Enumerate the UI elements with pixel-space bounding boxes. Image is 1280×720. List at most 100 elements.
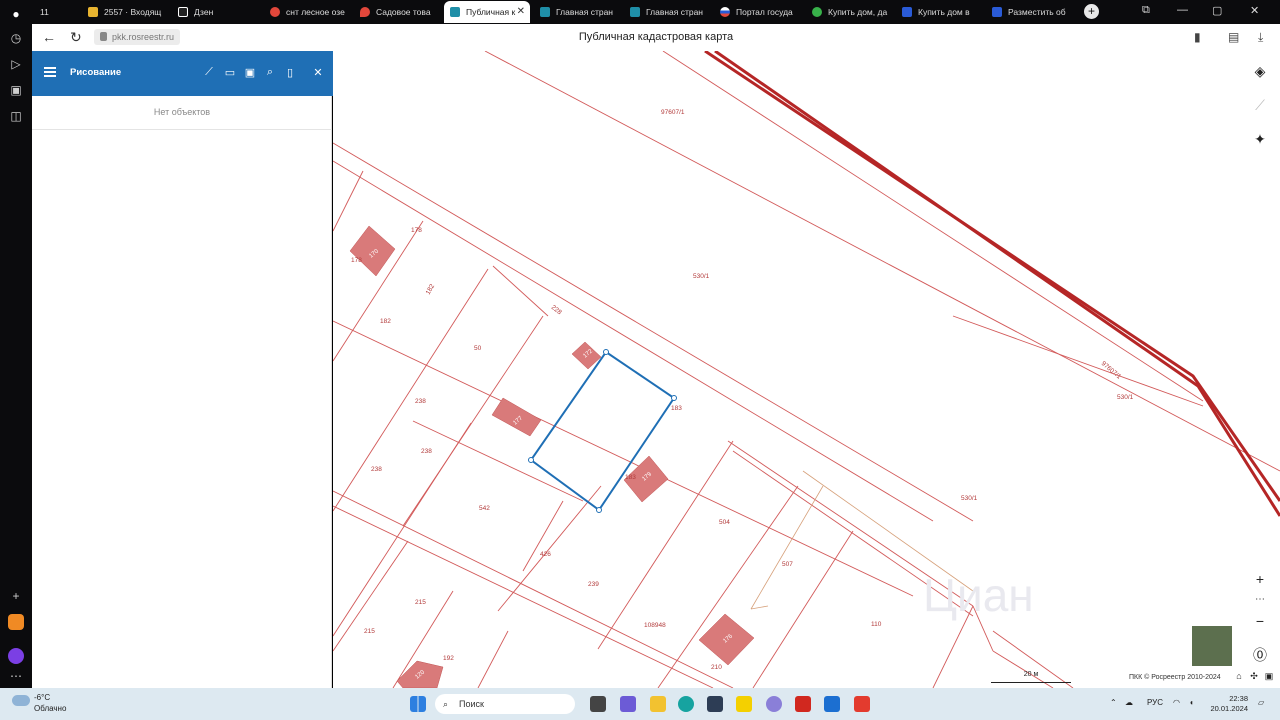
wifi-icon[interactable]: ◠ bbox=[1173, 698, 1180, 707]
delete-icon[interactable]: ▯ bbox=[283, 66, 297, 79]
assistant-icon[interactable] bbox=[8, 648, 24, 664]
parcel-boundaries bbox=[333, 51, 1280, 688]
parcel-number-label: 238 bbox=[371, 466, 382, 473]
yandex-browser-icon[interactable] bbox=[854, 696, 870, 712]
avito-icon bbox=[812, 7, 822, 17]
cloud-tray-icon[interactable]: ☁ bbox=[1125, 698, 1133, 707]
add-panel-icon[interactable]: + bbox=[8, 588, 24, 604]
tab-main-2[interactable]: Главная стран bbox=[624, 1, 712, 23]
vertex-handle[interactable] bbox=[671, 395, 677, 401]
drawing-panel-header: Рисование ⟋ ▭ ▣ ⌕ ▯ ✕ ‹ bbox=[32, 51, 343, 96]
tab-count-icon[interactable]: ▣ bbox=[8, 82, 24, 98]
north-icon[interactable]: ✣ bbox=[1248, 669, 1260, 683]
time: 22:38 bbox=[1229, 694, 1248, 703]
tab-buy-house-2[interactable]: Купить дом в bbox=[896, 1, 984, 23]
screenshot-icon[interactable]: ◫ bbox=[8, 108, 24, 124]
draw-line-icon[interactable]: ⟋ bbox=[202, 66, 216, 79]
tab-label: Публичная к bbox=[466, 7, 516, 17]
tab-label: Купить дом, да bbox=[828, 7, 888, 17]
tray-chevron-icon[interactable]: ⌃ bbox=[1110, 698, 1117, 707]
weather-widget[interactable]: -6°C Облачно bbox=[12, 692, 66, 714]
tab-post-ad[interactable]: Разместить об bbox=[986, 1, 1078, 23]
window-close-button[interactable]: ✕ bbox=[1250, 4, 1259, 17]
compass-icon[interactable]: ⓪ bbox=[1246, 641, 1274, 669]
tab-label: Дзен bbox=[194, 7, 214, 17]
explorer-icon[interactable] bbox=[650, 696, 666, 712]
pdf-icon[interactable] bbox=[795, 696, 811, 712]
profile-icon[interactable]: ● bbox=[8, 6, 24, 22]
language-indicator[interactable]: РУС bbox=[1147, 698, 1163, 707]
store-icon[interactable] bbox=[707, 696, 723, 712]
close-tab-icon[interactable]: ✕ bbox=[517, 1, 525, 23]
search-box[interactable]: ⌕ Поиск bbox=[435, 694, 575, 714]
open-folder-icon[interactable]: ▭ bbox=[223, 66, 237, 79]
tab-search[interactable]: снт лесное озе bbox=[264, 1, 354, 23]
save-icon[interactable]: ▣ bbox=[243, 66, 257, 79]
download-icon[interactable]: ⤓ bbox=[1258, 30, 1263, 45]
measure-icon[interactable]: ⟋ bbox=[1246, 91, 1274, 119]
tab-cadastral-map[interactable]: Публичная к ✕ bbox=[444, 1, 530, 23]
task-view-icon[interactable] bbox=[590, 696, 606, 712]
satellite-minimap[interactable] bbox=[1191, 625, 1233, 667]
new-tab-button[interactable]: + bbox=[1084, 4, 1099, 19]
search-icon: ⌕ bbox=[443, 699, 449, 709]
rosreestr-icon bbox=[540, 7, 550, 17]
tab-gosuslugi[interactable]: Портал госуда bbox=[714, 1, 804, 23]
chat-icon[interactable] bbox=[620, 696, 636, 712]
fullscreen-icon[interactable]: ▣ bbox=[1263, 669, 1275, 683]
parcel-number-label: 426 bbox=[540, 551, 551, 558]
parcel-number-label: 530/1 bbox=[1117, 394, 1134, 401]
vertex-handle[interactable] bbox=[528, 457, 534, 463]
locate-icon[interactable]: ✦ bbox=[1246, 125, 1274, 153]
tab-main-1[interactable]: Главная стран bbox=[534, 1, 622, 23]
search-objects-icon[interactable]: ⌕ bbox=[263, 66, 277, 79]
history-icon[interactable]: ◷ bbox=[8, 30, 24, 46]
start-button[interactable] bbox=[410, 696, 426, 712]
tab-buy-house-1[interactable]: Купить дом, да bbox=[806, 1, 894, 23]
music-app-icon[interactable] bbox=[8, 614, 24, 630]
cadastral-map[interactable]: 97607/1 530/1 97607/1 530/1 530/1 178 178 182 18… bbox=[333, 51, 1280, 688]
layers-icon[interactable]: ◈ bbox=[1246, 57, 1274, 85]
watermark: Циан bbox=[923, 569, 1034, 621]
taskbar: -6°C Облачно ⌕ Поиск ⌃ ☁ РУС ◠ ◖ 22:38 2… bbox=[0, 688, 1280, 720]
tab-mail[interactable]: 2557 · Входящ bbox=[82, 1, 172, 23]
home-icon[interactable]: ⌂ bbox=[1233, 669, 1245, 683]
page-title: Публичная кадастровая карта bbox=[578, 31, 734, 43]
more-icon[interactable]: ⋯ bbox=[8, 668, 24, 684]
tab-dzen[interactable]: Дзен bbox=[172, 1, 262, 23]
tab-maps[interactable]: Садовое това bbox=[354, 1, 442, 23]
play-icon[interactable]: ▷ bbox=[8, 56, 24, 72]
maximize-button[interactable]: ▢ bbox=[1212, 4, 1222, 17]
parcel-number-label: 50 bbox=[474, 345, 482, 352]
parcel-number-label: 192 bbox=[443, 655, 454, 662]
close-panel-icon[interactable]: ✕ bbox=[311, 66, 325, 79]
volume-icon[interactable]: ◖ bbox=[1189, 698, 1194, 707]
browser-app-icon[interactable] bbox=[766, 696, 782, 712]
notifications-icon[interactable]: ▱ bbox=[1258, 698, 1264, 707]
parcel-number-label: 507 bbox=[782, 561, 793, 568]
vertex-handle[interactable] bbox=[603, 349, 609, 355]
clock[interactable]: 22:38 20.01.2024 bbox=[1204, 694, 1248, 714]
parcel-number-label: 530/1 bbox=[693, 273, 710, 280]
parcel-number-label: 97607/1 bbox=[661, 109, 685, 116]
l-app-icon[interactable] bbox=[824, 696, 840, 712]
tab-label: 2557 · Входящ bbox=[104, 7, 162, 17]
map-canvas[interactable]: 97607/1530/197607/1530/1530/117817818218… bbox=[333, 51, 1280, 688]
parcel-number-label: 182 bbox=[425, 283, 437, 296]
parcel-number-label: 238 bbox=[415, 398, 426, 405]
reader-icon[interactable]: ▤ bbox=[1228, 30, 1239, 44]
drawing-panel: Рисование ⟋ ▭ ▣ ⌕ ▯ ✕ ‹ Нет объектов bbox=[32, 51, 343, 688]
tab-label: Купить дом в bbox=[918, 7, 970, 17]
parcel-number-label: 183 bbox=[671, 405, 682, 412]
bookmark-icon[interactable]: ▮ bbox=[1194, 30, 1201, 44]
vertex-handle[interactable] bbox=[596, 507, 602, 513]
zoom-out-button[interactable]: − bbox=[1246, 607, 1274, 635]
parcel-number-label: 183 bbox=[625, 474, 636, 481]
tab-group-counter[interactable]: 11 bbox=[34, 1, 70, 23]
menu-icon[interactable] bbox=[44, 67, 56, 77]
parcel-number-label: 238 bbox=[421, 448, 432, 455]
app-icon[interactable] bbox=[736, 696, 752, 712]
tab-collections-icon[interactable]: ⧉ bbox=[1142, 4, 1150, 17]
edge-icon[interactable] bbox=[678, 696, 694, 712]
minimize-button[interactable]: — bbox=[1177, 4, 1188, 16]
